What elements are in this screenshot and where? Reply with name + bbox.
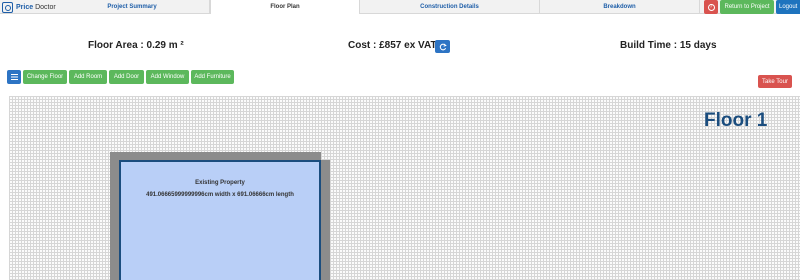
menu-button[interactable] [7, 70, 21, 84]
floor-label: Floor 1 [704, 110, 768, 131]
take-tour-button[interactable]: Take Tour [758, 75, 792, 88]
cost-text: Cost : £857 ex VAT [348, 40, 437, 51]
add-room-button[interactable]: Add Room [69, 70, 107, 84]
room-title: Existing Property [195, 180, 245, 186]
top-navigation: Price Doctor Project Summary Floor Plan … [0, 0, 800, 14]
price-doctor-logo[interactable]: Price Doctor [2, 0, 56, 14]
build-time-text: Build Time : 15 days [620, 40, 717, 51]
floor-area-text: Floor Area : 0.29 m ² [88, 40, 184, 51]
wall-right[interactable] [321, 160, 330, 280]
tab-floor-plan[interactable]: Floor Plan [210, 0, 360, 14]
return-to-project-button[interactable]: Return to Project [720, 0, 774, 14]
refresh-cost-button[interactable] [435, 40, 450, 53]
add-window-button[interactable]: Add Window [146, 70, 189, 84]
help-button[interactable]: ? [704, 0, 718, 14]
logout-button[interactable]: Logout [776, 0, 800, 14]
add-door-button[interactable]: Add Door [109, 70, 144, 84]
room-dimensions: 491.06665999999996cm width x 691.06666cm… [146, 192, 294, 198]
refresh-icon [439, 43, 447, 50]
wall-left[interactable] [110, 152, 119, 280]
hamburger-menu-icon [10, 74, 18, 80]
tab-construction-details[interactable]: Construction Details [360, 0, 540, 14]
change-floor-button[interactable]: Change Floor [23, 70, 67, 84]
question-circle-icon: ? [707, 3, 715, 11]
room-existing-property[interactable]: Existing Property 491.06665999999996cm w… [119, 160, 321, 280]
tab-breakdown[interactable]: Breakdown [540, 0, 700, 14]
tab-project-summary[interactable]: Project Summary [55, 0, 210, 14]
add-furniture-button[interactable]: Add Furniture [191, 70, 234, 84]
brand-name: Price Doctor [16, 3, 56, 11]
logo-icon [2, 1, 13, 13]
